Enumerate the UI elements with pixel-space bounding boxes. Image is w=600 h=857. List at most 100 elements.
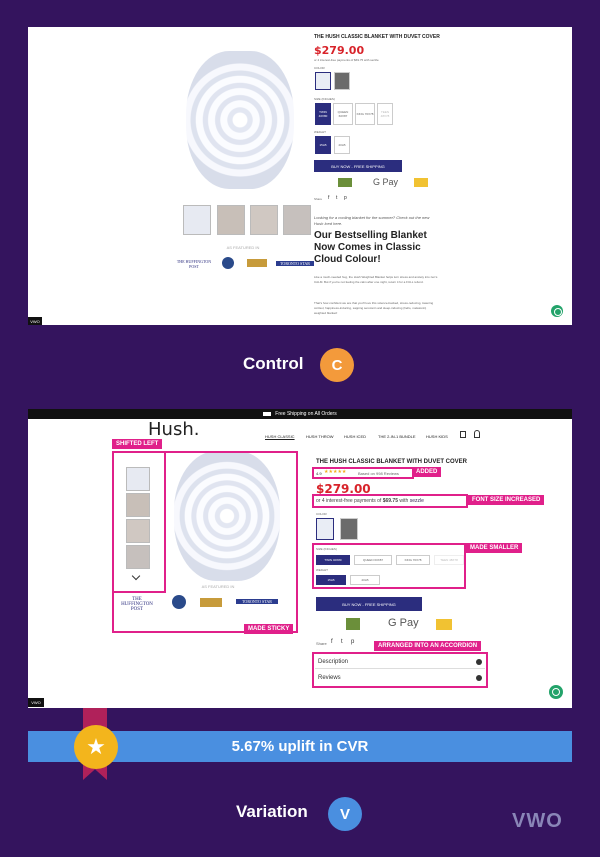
- control-body-2: That's how confident we are that you'll …: [314, 301, 434, 315]
- variation-weight-label: WEIGHT: [316, 568, 328, 572]
- control-globe-logo: [222, 257, 234, 269]
- variation-badge-icon: [346, 618, 360, 630]
- variation-featured-heading: AS FEATURED IN: [201, 584, 235, 589]
- control-size-option[interactable]: KING 70X78: [355, 103, 375, 125]
- installments-amount: $69.75: [382, 498, 398, 504]
- annotation-accordion: ARRANGED INTO AN ACCORDION: [374, 641, 482, 651]
- variation-toronto-logo: TORONTO STAR: [236, 599, 278, 604]
- control-color-gray[interactable]: [334, 72, 350, 90]
- control-color-label: COLOR: [314, 66, 325, 70]
- nav-item-hush-iced[interactable]: HUSH ICED: [344, 434, 366, 439]
- shipping-bar: Free Shipping on All Orders: [28, 409, 572, 419]
- variation-size-label: SIZE (INCHES): [316, 547, 337, 551]
- variation-color-label: COLOR: [316, 512, 327, 516]
- variation-color-gray[interactable]: [340, 518, 358, 540]
- control-weight-label: WEIGHT: [314, 130, 326, 134]
- installments-text: or 4 interest-free payments of $69.75 wi…: [316, 498, 424, 504]
- control-screenshot: AS FEATURED IN THE HUFFINGTON POST TORON…: [28, 27, 572, 325]
- variation-pinterest-icon[interactable]: p: [351, 639, 354, 645]
- control-label: Control: [243, 354, 304, 373]
- variation-size-option[interactable]: TWIN 40X80: [316, 555, 350, 565]
- star-medal-icon: ★: [74, 725, 118, 769]
- control-thumbnail[interactable]: [250, 205, 278, 235]
- control-award-logo: [247, 259, 267, 267]
- variation-buy-button[interactable]: BUY NOW - FREE SHIPPING: [316, 597, 422, 611]
- variation-size-option[interactable]: KING 70X78: [396, 555, 430, 565]
- control-gpay-label[interactable]: G Pay: [373, 177, 398, 187]
- control-pinterest-icon[interactable]: p: [344, 195, 347, 201]
- variation-twitter-icon[interactable]: t: [341, 639, 343, 645]
- truck-icon: [263, 412, 272, 416]
- control-featured-heading: AS FEATURED IN: [226, 245, 260, 250]
- control-share-label: Share: [314, 197, 323, 201]
- control-size-option[interactable]: TEEN 48X78: [377, 103, 393, 125]
- vwo-logo: VWO: [512, 810, 563, 832]
- sezzle-logo: sezzle: [409, 498, 424, 504]
- nav-item-hush-classic[interactable]: HUSH CLASSIC: [265, 434, 295, 439]
- control-card-icon: [414, 178, 428, 187]
- control-intro-text: Looking for a cooling blanket for the su…: [314, 215, 430, 226]
- hush-logo[interactable]: Hush.: [148, 419, 199, 440]
- control-circle: C: [320, 348, 354, 382]
- plus-icon[interactable]: [476, 675, 482, 681]
- installments-prefix: or 4 interest-free payments of: [316, 498, 382, 504]
- control-twitter-icon[interactable]: t: [336, 195, 337, 201]
- plus-icon[interactable]: [476, 658, 482, 665]
- accordion-item-reviews[interactable]: Reviews: [315, 671, 485, 685]
- control-headline: Our Bestselling Blanket Now Comes in Cla…: [314, 230, 427, 265]
- variation-color-white[interactable]: [316, 518, 334, 540]
- control-weight-option[interactable]: 15LB: [315, 136, 331, 154]
- variation-card-icon: [436, 619, 452, 630]
- variation-award-logo: [200, 598, 222, 607]
- variation-screenshot: Free Shipping on All Orders Hush. HUSH C…: [28, 409, 572, 708]
- rating-reviews[interactable]: Based on 998 Reviews: [358, 471, 399, 476]
- control-color-white[interactable]: [315, 72, 331, 90]
- variation-huffington-logo: THE HUFFINGTON POST: [121, 597, 153, 612]
- annotation-made-sticky: MADE STICKY: [244, 624, 294, 634]
- control-vwo-badge: VWO: [28, 317, 42, 325]
- control-size-label: SIZE (INCHES): [314, 97, 335, 101]
- variation-share-label: Share: [316, 641, 327, 646]
- control-price: $279.00: [314, 44, 365, 57]
- rating-stars: ★★★★★: [324, 469, 347, 475]
- variation-label: Variation: [236, 802, 308, 821]
- variation-globe-logo: [172, 595, 186, 609]
- variation-chat-button[interactable]: [549, 685, 563, 699]
- account-icon[interactable]: [474, 430, 480, 438]
- annotation-added: ADDED: [412, 467, 442, 477]
- accordion-reviews-label: Reviews: [318, 675, 341, 681]
- control-thumbnail[interactable]: [217, 205, 245, 235]
- annotation-shifted-left: SHIFTED LEFT: [112, 439, 163, 449]
- variation-size-option[interactable]: QUEEN 60X87: [354, 555, 392, 565]
- accordion-item-description[interactable]: Description: [315, 655, 485, 669]
- control-size-option[interactable]: TWIN 40X80: [315, 103, 331, 125]
- control-product-title: THE HUSH CLASSIC BLANKET WITH DUVET COVE…: [314, 34, 440, 40]
- accordion-description-label: Description: [318, 658, 349, 665]
- variation-size-option[interactable]: TEEN 48X78: [434, 555, 464, 565]
- variation-weight-option[interactable]: 20LB: [350, 575, 380, 585]
- control-body-1: Like a much-needed hug, the Hush Weighte…: [314, 275, 438, 284]
- control-facebook-icon[interactable]: f: [328, 195, 329, 201]
- nav-item-hush-throw[interactable]: HUSH THROW: [306, 434, 333, 439]
- control-size-option[interactable]: QUEEN 60X87: [333, 103, 353, 125]
- control-chat-button[interactable]: [551, 305, 563, 317]
- control-thumbnail[interactable]: [183, 205, 211, 235]
- annotation-made-smaller: MADE SMALLER: [466, 543, 523, 553]
- variation-gpay-label[interactable]: G Pay: [388, 617, 419, 629]
- control-installments: or 4 interest-free payments of $69.75 wi…: [314, 58, 379, 62]
- annotation-font-size: FONT SIZE INCREASED: [468, 495, 545, 505]
- control-badge-icon: [338, 178, 352, 187]
- control-huffington-logo: THE HUFFINGTON POST: [176, 259, 212, 269]
- variation-product-title: THE HUSH CLASSIC BLANKET WITH DUVET COVE…: [316, 459, 468, 465]
- control-thumbnail[interactable]: [283, 205, 311, 235]
- nav-item-hush-kids[interactable]: HUSH KIDS: [426, 434, 448, 439]
- variation-circle: V: [328, 797, 362, 831]
- control-weight-option[interactable]: 20LB: [334, 136, 350, 154]
- control-product-image[interactable]: [186, 51, 294, 189]
- nav-item-bundle[interactable]: THE 2-IN-1 BUNDLE: [378, 434, 416, 439]
- cart-icon[interactable]: [460, 431, 466, 438]
- variation-weight-option[interactable]: 15LB: [316, 575, 346, 585]
- control-buy-button[interactable]: BUY NOW - FREE SHIPPING: [314, 160, 402, 172]
- installments-with: with: [399, 498, 409, 504]
- variation-facebook-icon[interactable]: f: [331, 639, 333, 645]
